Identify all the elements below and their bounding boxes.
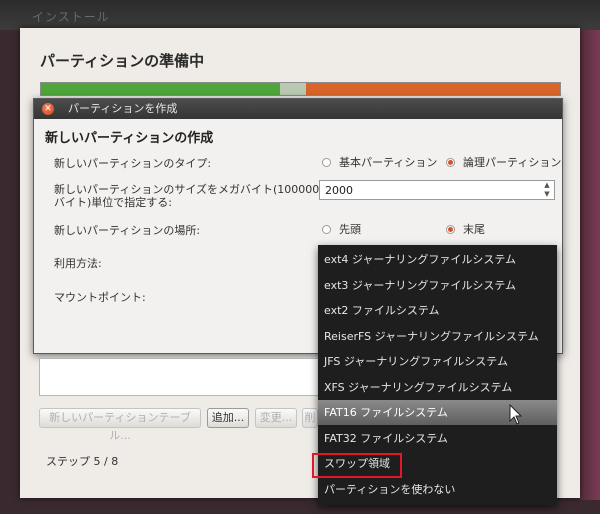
partition-size-value[interactable]: 2000 (325, 184, 353, 197)
radio-location-start-indicator[interactable] (322, 224, 331, 234)
use-as-label: 利用方法: (54, 257, 102, 270)
step-indicator: ステップ 5 / 8 (46, 455, 119, 468)
partition-location-label: 新しいパーティションの場所: (54, 224, 201, 237)
dropdown-item[interactable]: XFS ジャーナリングファイルシステム (318, 375, 557, 400)
dropdown-item[interactable]: FAT32 ファイルシステム (318, 426, 557, 451)
add-button[interactable]: 追加... (207, 408, 249, 428)
partition-size-spinbox[interactable]: 2000 ▲ ▼ (319, 180, 555, 200)
dialog-heading: 新しいパーティションの作成 (45, 131, 214, 146)
partition-segment-new (279, 83, 306, 95)
radio-type-logical-label: 論理パーティション (463, 156, 562, 169)
radio-location-start[interactable]: 先頭 (322, 221, 361, 237)
dropdown-item[interactable]: ext3 ジャーナリングファイルシステム (318, 273, 557, 298)
window-title: インストール (32, 10, 110, 24)
dropdown-item[interactable]: パーティションを使わない (318, 477, 557, 502)
radio-type-primary-indicator[interactable] (322, 157, 331, 167)
radio-location-end[interactable]: 末尾 (446, 221, 485, 237)
dropdown-item[interactable]: ext2 ファイルシステム (318, 298, 557, 323)
radio-type-logical[interactable]: 論理パーティション (446, 154, 561, 170)
close-icon[interactable]: ✕ (42, 103, 54, 115)
page-title: パーティションの準備中 (40, 52, 205, 70)
mount-point-label: マウントポイント: (54, 291, 146, 304)
delete-button[interactable]: 削除 (302, 408, 318, 428)
partition-segment-used (41, 83, 280, 95)
radio-location-start-label: 先頭 (339, 223, 361, 236)
radio-type-primary[interactable]: 基本パーティション (322, 154, 437, 170)
dialog-titlebar: ✕ パーティションを作成 (34, 99, 562, 119)
dropdown-item[interactable]: JFS ジャーナリングファイルシステム (318, 349, 557, 374)
dialog-title: パーティションを作成 (68, 102, 178, 115)
dropdown-item[interactable]: ReiserFS ジャーナリングファイルシステム (318, 324, 557, 349)
change-button[interactable]: 変更... (255, 408, 297, 428)
spin-up-icon[interactable]: ▲ (542, 181, 552, 190)
partition-type-label: 新しいパーティションのタイプ: (54, 157, 212, 170)
desktop-background (580, 30, 600, 500)
window-titlebar: インストール (0, 0, 600, 30)
radio-type-logical-indicator[interactable] (446, 157, 455, 167)
radio-type-primary-label: 基本パーティション (339, 156, 438, 169)
new-partition-table-button[interactable]: 新しいパーティションテーブル... (39, 408, 201, 442)
mouse-cursor-icon (509, 404, 522, 425)
dropdown-item[interactable]: ext4 ジャーナリングファイルシステム (318, 247, 557, 272)
partition-segment-free (305, 83, 560, 95)
radio-location-end-label: 末尾 (463, 223, 485, 236)
annotation-highlight-box (312, 453, 402, 478)
radio-location-end-indicator[interactable] (446, 224, 455, 234)
spin-down-icon[interactable]: ▼ (542, 190, 552, 199)
partition-size-label-line2: バイト)単位で指定する: (54, 196, 172, 209)
partition-bar (40, 82, 561, 96)
